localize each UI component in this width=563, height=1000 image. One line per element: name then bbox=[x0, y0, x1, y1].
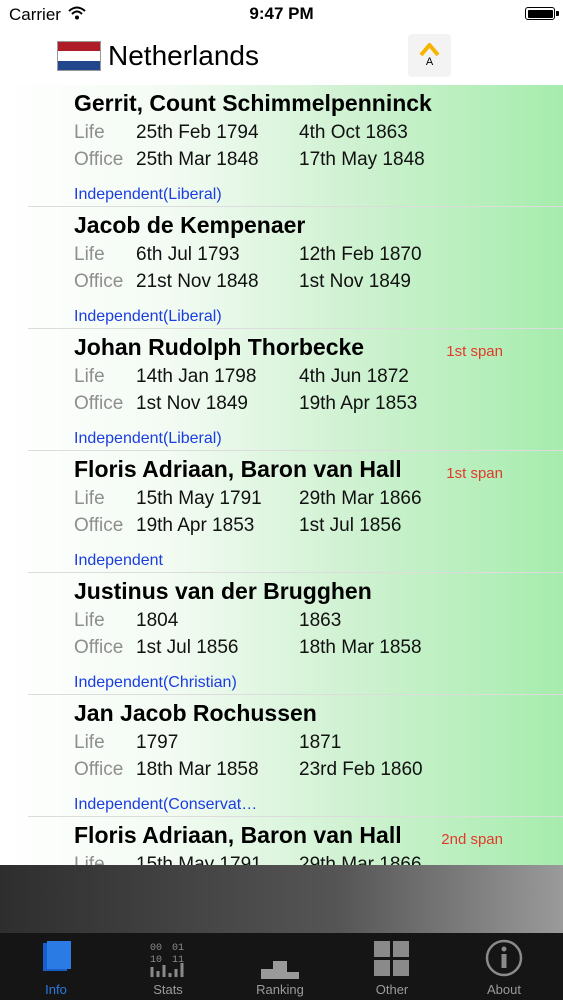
office-end: 23rd Feb 1860 bbox=[299, 759, 423, 780]
battery-icon bbox=[525, 7, 559, 20]
tab-about[interactable]: About bbox=[448, 933, 560, 1000]
office-label: Office bbox=[74, 393, 124, 414]
life-label: Life bbox=[74, 610, 105, 631]
office-label: Office bbox=[74, 271, 124, 292]
pm-name: Gerrit, Count Schimmelpenninck bbox=[74, 90, 432, 116]
pm-row[interactable]: Floris Adriaan, Baron van Hall 1st span Li… bbox=[0, 451, 563, 573]
life-start: 25th Feb 1794 bbox=[136, 122, 259, 143]
life-label: Life bbox=[74, 488, 105, 509]
tab-label: Other bbox=[375, 982, 409, 997]
netherlands-flag-icon bbox=[57, 41, 101, 71]
life-label: Life bbox=[74, 122, 105, 143]
life-end: 1863 bbox=[299, 610, 342, 631]
office-end: 1st Jul 1856 bbox=[299, 515, 402, 536]
office-end: 1st Nov 1849 bbox=[299, 271, 411, 292]
tab-label: About bbox=[487, 982, 521, 997]
binary-chart-icon: 00 01 10 11 bbox=[150, 943, 184, 977]
pm-name: Justinus van der Brugghen bbox=[74, 578, 372, 604]
app-logo-button[interactable]: A bbox=[408, 34, 451, 77]
office-start: 18th Mar 1858 bbox=[136, 759, 259, 780]
party-label: Independent(Liberal) bbox=[74, 308, 222, 325]
life-end: 1871 bbox=[299, 732, 342, 753]
life-start: 1797 bbox=[136, 732, 179, 753]
term-span-badge: 1st span bbox=[446, 343, 503, 360]
office-end: 18th Mar 1858 bbox=[299, 637, 422, 658]
app-logo-letter: A bbox=[425, 56, 434, 68]
office-start: 25th Mar 1848 bbox=[136, 149, 259, 170]
office-start: 1st Nov 1849 bbox=[136, 393, 248, 414]
tab-stats[interactable]: 00 01 10 11 Stats bbox=[112, 933, 224, 1000]
podium-icon bbox=[261, 961, 299, 979]
life-end: 4th Jun 1872 bbox=[299, 366, 409, 387]
life-end: 29th Mar 1866 bbox=[299, 488, 422, 509]
pm-name: Floris Adriaan, Baron van Hall bbox=[74, 456, 402, 482]
pm-row[interactable]: Johan Rudolph Thorbecke 1st span Life 14th … bbox=[0, 329, 563, 451]
pm-row[interactable]: Justinus van der Brugghen Life 1804 1863 Off… bbox=[0, 573, 563, 695]
office-start: 21st Nov 1848 bbox=[136, 271, 259, 292]
life-label: Life bbox=[74, 244, 105, 265]
svg-text:10: 10 bbox=[150, 955, 162, 966]
tab-other[interactable]: Other bbox=[336, 933, 448, 1000]
life-label: Life bbox=[74, 732, 105, 753]
pm-row[interactable]: Jan Jacob Rochussen Life 1797 1871 Office 18t… bbox=[0, 695, 563, 817]
party-label: Independent(Christian) bbox=[74, 674, 237, 691]
office-start: 19th Apr 1853 bbox=[136, 515, 255, 536]
tab-label: Stats bbox=[153, 982, 183, 997]
pm-name: Jan Jacob Rochussen bbox=[74, 700, 317, 726]
tab-ranking[interactable]: Ranking bbox=[224, 933, 336, 1000]
party-label: Independent(Conservat… bbox=[74, 796, 258, 813]
nav-header: Netherlands A bbox=[0, 28, 563, 85]
page-title: Netherlands bbox=[108, 40, 259, 71]
pm-row[interactable]: Jacob de Kempenaer Life 6th Jul 1793 12th F… bbox=[0, 207, 563, 329]
life-end: 4th Oct 1863 bbox=[299, 122, 408, 143]
tab-info[interactable]: Info bbox=[0, 933, 112, 1000]
pm-name: Floris Adriaan, Baron van Hall bbox=[74, 822, 402, 848]
office-end: 19th Apr 1853 bbox=[299, 393, 418, 414]
tab-bar: Info 00 01 10 11 Stats Ranking Other Abo… bbox=[0, 933, 563, 1000]
life-start: 1804 bbox=[136, 610, 179, 631]
party-label: Independent(Liberal) bbox=[74, 186, 222, 203]
prime-minister-list[interactable]: Gerrit, Count Schimmelpenninck Life 25th F… bbox=[0, 85, 563, 865]
svg-text:00: 00 bbox=[150, 943, 162, 954]
life-label: Life bbox=[74, 366, 105, 387]
office-start: 1st Jul 1856 bbox=[136, 637, 239, 658]
svg-text:01: 01 bbox=[172, 943, 184, 954]
office-label: Office bbox=[74, 149, 124, 170]
office-label: Office bbox=[74, 637, 124, 658]
pm-row[interactable]: Gerrit, Count Schimmelpenninck Life 25th F… bbox=[0, 85, 563, 207]
bottom-banner bbox=[0, 865, 563, 933]
office-label: Office bbox=[74, 759, 124, 780]
pm-name: Johan Rudolph Thorbecke bbox=[74, 334, 365, 360]
life-label: Life bbox=[74, 854, 105, 865]
pm-row[interactable]: Floris Adriaan, Baron van Hall 2nd span Li… bbox=[0, 817, 563, 865]
tab-label: Info bbox=[45, 982, 67, 997]
party-label: Independent(Liberal) bbox=[74, 430, 222, 447]
clock: 9:47 PM bbox=[249, 4, 314, 23]
pm-name: Jacob de Kempenaer bbox=[74, 212, 306, 238]
life-end: 12th Feb 1870 bbox=[299, 244, 422, 265]
info-circle-icon bbox=[485, 939, 523, 977]
life-start: 6th Jul 1793 bbox=[136, 244, 240, 265]
term-span-badge: 2nd span bbox=[441, 831, 503, 848]
tab-label: Ranking bbox=[256, 982, 304, 997]
life-start: 15th May 1791 bbox=[136, 854, 262, 865]
status-bar: Carrier 9:47 PM bbox=[0, 0, 563, 28]
life-end: 29th Mar 1866 bbox=[299, 854, 422, 865]
grid-icon bbox=[374, 941, 409, 976]
office-label: Office bbox=[74, 515, 124, 536]
life-start: 14th Jan 1798 bbox=[136, 366, 257, 387]
office-end: 17th May 1848 bbox=[299, 149, 425, 170]
party-label: Independent bbox=[74, 552, 163, 569]
life-start: 15th May 1791 bbox=[136, 488, 262, 509]
term-span-badge: 1st span bbox=[446, 465, 503, 482]
book-icon bbox=[43, 941, 71, 971]
